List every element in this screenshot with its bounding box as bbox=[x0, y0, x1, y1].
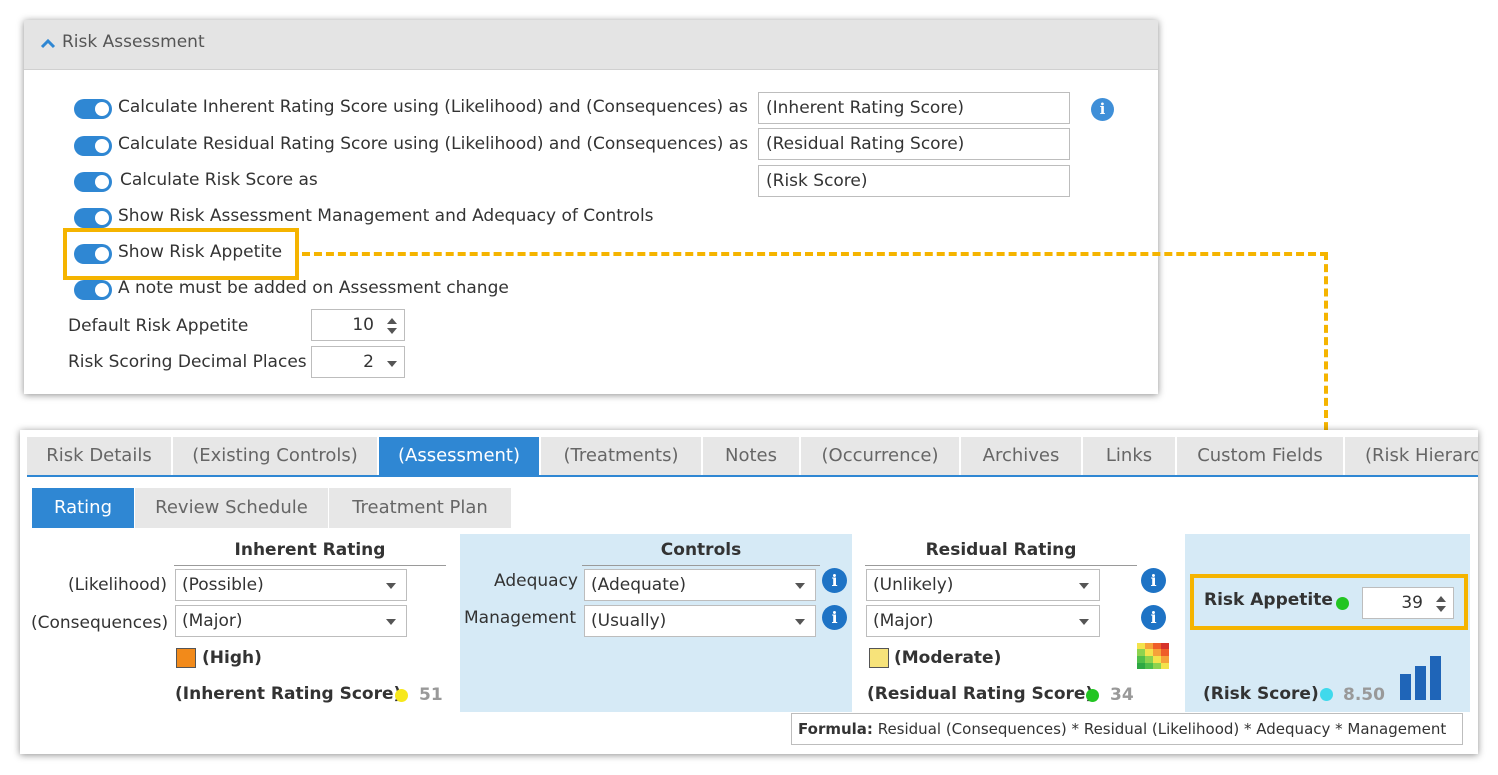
tabs-row: Risk Details (Existing Controls) (Assess… bbox=[27, 437, 1478, 477]
residual-score-value: 34 bbox=[1110, 685, 1134, 705]
heatmap-icon[interactable] bbox=[1137, 643, 1169, 669]
management-select[interactable]: (Usually) bbox=[584, 605, 816, 637]
info-icon[interactable]: i bbox=[1091, 98, 1114, 121]
residual-consequences-info-icon[interactable]: i bbox=[1141, 605, 1166, 630]
inherent-score-dot bbox=[395, 689, 408, 702]
formula-label: Formula: bbox=[798, 720, 873, 738]
inherent-rating-divider bbox=[174, 565, 446, 566]
option-label-management: Show Risk Assessment Management and Adeq… bbox=[118, 206, 654, 226]
connector-horizontal bbox=[302, 252, 1328, 256]
subtab-treatment-plan[interactable]: Treatment Plan bbox=[329, 488, 511, 528]
chevron-down-icon[interactable] bbox=[386, 353, 398, 373]
tab-treatments[interactable]: (Treatments) bbox=[541, 437, 703, 475]
chevron-down-icon bbox=[795, 619, 805, 625]
option-label-note: A note must be added on Assessment chang… bbox=[118, 278, 509, 298]
management-label: Management bbox=[464, 608, 576, 628]
tab-occurrence[interactable]: (Occurrence) bbox=[801, 437, 961, 475]
highlight-show-risk-appetite bbox=[63, 228, 299, 280]
residual-likelihood-info-icon[interactable]: i bbox=[1141, 568, 1166, 593]
adequacy-value: (Adequate) bbox=[591, 575, 686, 595]
toggle-risk-score[interactable] bbox=[74, 172, 112, 192]
residual-rating-swatch bbox=[869, 648, 889, 668]
inherent-rating-title: Inherent Rating bbox=[234, 540, 386, 560]
formula-text: Residual (Consequences) * Residual (Like… bbox=[877, 720, 1447, 738]
tab-existing-controls[interactable]: (Existing Controls) bbox=[173, 437, 379, 475]
inherent-likelihood-label: (Likelihood) bbox=[68, 575, 167, 595]
toggle-note-required[interactable] bbox=[74, 280, 112, 300]
highlight-risk-appetite bbox=[1190, 574, 1468, 630]
toggle-show-management[interactable] bbox=[74, 208, 112, 228]
inherent-rating-value: (High) bbox=[202, 648, 262, 668]
risk-assessment-panel: Risk Assessment Calculate Inherent Ratin… bbox=[24, 20, 1158, 394]
residual-consequences-select[interactable]: (Major) bbox=[866, 605, 1100, 637]
chevron-down-icon bbox=[386, 583, 396, 589]
residual-score-label: (Residual Rating Score) bbox=[867, 684, 1094, 704]
residual-score-dot bbox=[1086, 689, 1099, 702]
option-label-risk-score: Calculate Risk Score as bbox=[120, 170, 318, 190]
formula-box: Formula: Residual (Consequences) * Resid… bbox=[791, 713, 1463, 745]
residual-likelihood-value: (Unlikely) bbox=[873, 575, 954, 595]
inherent-consequences-value: (Major) bbox=[182, 611, 243, 631]
risk-assessment-header[interactable]: Risk Assessment bbox=[24, 20, 1158, 70]
residual-rating-value: (Moderate) bbox=[894, 648, 1002, 668]
residual-rating-divider bbox=[865, 565, 1137, 566]
inherent-score-value: 51 bbox=[419, 685, 443, 705]
tab-notes[interactable]: Notes bbox=[703, 437, 801, 475]
inherent-score-input[interactable]: (Inherent Rating Score) bbox=[758, 92, 1070, 124]
risk-score-label: (Risk Score) bbox=[1203, 684, 1319, 704]
residual-rating-title: Residual Rating bbox=[925, 540, 1077, 560]
chevron-down-icon bbox=[386, 619, 396, 625]
tab-assessment[interactable]: (Assessment) bbox=[379, 437, 541, 475]
management-value: (Usually) bbox=[591, 611, 667, 631]
tab-risk-hierarchy[interactable]: (Risk Hierarc bbox=[1345, 437, 1478, 475]
chevron-up-icon[interactable] bbox=[38, 34, 58, 54]
decimal-places-value: 2 bbox=[363, 352, 374, 372]
stepper-arrows-icon[interactable] bbox=[386, 316, 398, 336]
risk-score-dot bbox=[1320, 688, 1333, 701]
management-info-icon[interactable]: i bbox=[822, 605, 847, 630]
option-label-residual: Calculate Residual Rating Score using (L… bbox=[118, 134, 749, 154]
default-risk-appetite-stepper[interactable]: 10 bbox=[311, 309, 405, 341]
panel-title: Risk Assessment bbox=[62, 32, 205, 52]
adequacy-info-icon[interactable]: i bbox=[822, 568, 847, 593]
default-risk-appetite-value: 10 bbox=[352, 315, 374, 335]
inherent-rating-swatch bbox=[176, 648, 196, 668]
inherent-likelihood-select[interactable]: (Possible) bbox=[175, 569, 407, 601]
tab-custom-fields[interactable]: Custom Fields bbox=[1177, 437, 1345, 475]
inherent-score-label: (Inherent Rating Score) bbox=[175, 684, 402, 704]
toggle-inherent-score[interactable] bbox=[74, 99, 112, 119]
decimal-places-label: Risk Scoring Decimal Places bbox=[68, 352, 307, 372]
residual-consequences-value: (Major) bbox=[873, 611, 934, 631]
adequacy-label: Adequacy bbox=[494, 571, 578, 591]
bar-chart-icon[interactable] bbox=[1398, 654, 1446, 702]
tab-risk-details[interactable]: Risk Details bbox=[27, 437, 173, 475]
risk-detail-panel: Risk Details (Existing Controls) (Assess… bbox=[20, 430, 1478, 754]
default-risk-appetite-label: Default Risk Appetite bbox=[68, 316, 249, 336]
chevron-down-icon bbox=[1079, 583, 1089, 589]
inherent-consequences-label: (Consequences) bbox=[31, 613, 169, 633]
controls-title: Controls bbox=[660, 540, 742, 560]
subtab-review-schedule[interactable]: Review Schedule bbox=[135, 488, 328, 528]
subtab-rating[interactable]: Rating bbox=[32, 488, 134, 528]
residual-score-input[interactable]: (Residual Rating Score) bbox=[758, 128, 1070, 160]
option-label-inherent: Calculate Inherent Rating Score using (L… bbox=[118, 97, 748, 117]
inherent-consequences-select[interactable]: (Major) bbox=[175, 605, 407, 637]
decimal-places-select[interactable]: 2 bbox=[311, 346, 405, 378]
tab-links[interactable]: Links bbox=[1083, 437, 1177, 475]
risk-score-input[interactable]: (Risk Score) bbox=[758, 165, 1070, 197]
adequacy-select[interactable]: (Adequate) bbox=[584, 569, 816, 601]
chevron-down-icon bbox=[1079, 619, 1089, 625]
toggle-residual-score[interactable] bbox=[74, 136, 112, 156]
risk-score-value: 8.50 bbox=[1343, 685, 1385, 705]
inherent-likelihood-value: (Possible) bbox=[182, 575, 264, 595]
chevron-down-icon bbox=[795, 583, 805, 589]
controls-divider bbox=[582, 565, 820, 566]
tab-archives[interactable]: Archives bbox=[961, 437, 1083, 475]
residual-likelihood-select[interactable]: (Unlikely) bbox=[866, 569, 1100, 601]
